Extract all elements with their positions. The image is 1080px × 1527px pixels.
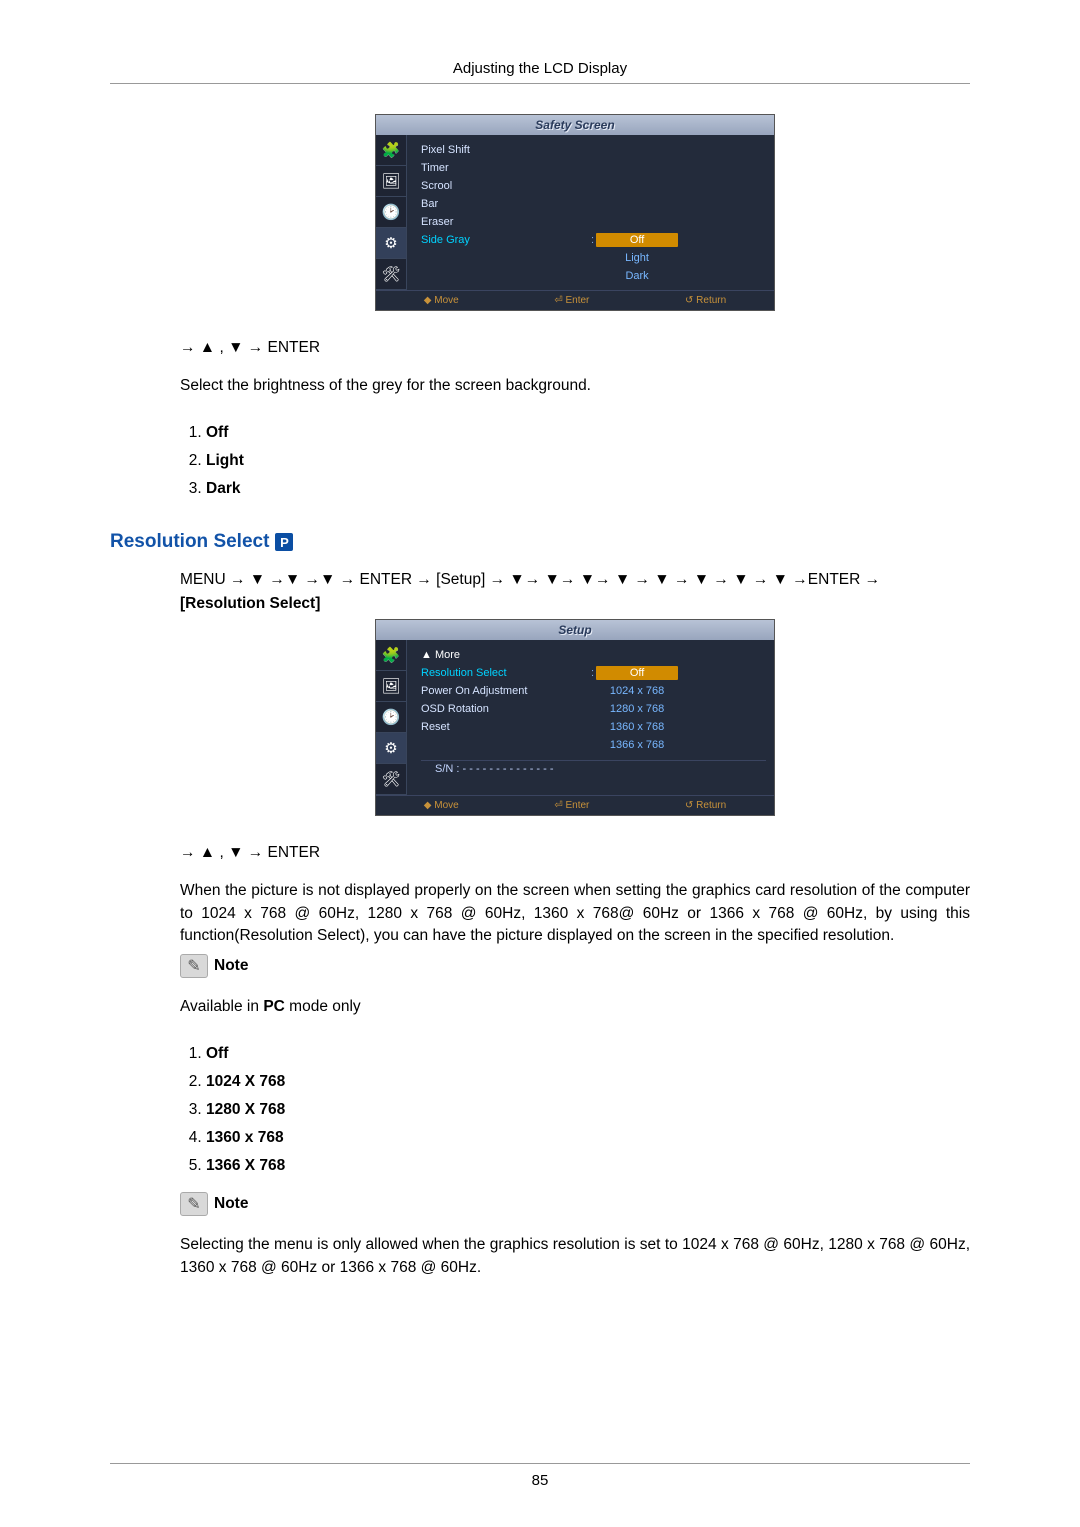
osd-footer-return: ↺ Return — [685, 295, 726, 306]
osd-sidebar: 🧩 🖼 🕑 ⚙ 🛠 — [376, 135, 407, 290]
osd-value: 1024 x 768 — [596, 684, 678, 698]
list-item: 1280 X 768 — [206, 1096, 970, 1124]
clock-icon: 🕑 — [376, 702, 406, 733]
page-number: 85 — [0, 1463, 1080, 1489]
pc-mode-badge-icon: P — [275, 533, 293, 551]
options-list: Off Light Dark — [180, 419, 970, 503]
osd-value: Light — [596, 251, 678, 265]
osd-safety-screen: Safety Screen 🧩 🖼 🕑 ⚙ 🛠 Pixel Shift Time… — [375, 114, 775, 311]
serial-number: S/N : - - - - - - - - - - - - - - — [421, 760, 766, 778]
osd-value-selected: Off — [596, 233, 678, 247]
page-header: Adjusting the LCD Display — [110, 60, 970, 84]
paragraph: Available in PC mode only — [180, 996, 970, 1018]
list-item: Light — [206, 447, 970, 475]
osd-item: OSD Rotation — [421, 703, 591, 715]
osd-value: Dark — [596, 269, 678, 283]
note: ✎ Note — [180, 1192, 970, 1216]
osd-title: Safety Screen — [376, 115, 774, 135]
list-item: 1360 x 768 — [206, 1124, 970, 1152]
picture-icon: 🖼 — [376, 671, 406, 702]
osd-footer-enter: ⏎ Enter — [554, 295, 589, 306]
osd-item: Bar — [421, 198, 591, 210]
list-item: Off — [206, 419, 970, 447]
gear-icon: ⚙ — [376, 228, 406, 259]
osd-item-selected: Resolution Select — [421, 667, 591, 679]
puzzle-icon: 🧩 — [376, 640, 406, 671]
osd-sidebar: 🧩 🖼 🕑 ⚙ 🛠 — [376, 640, 407, 795]
osd-value: 1360 x 768 — [596, 720, 678, 734]
nav-instruction: → ▲ , ▼ → ENTER — [180, 844, 970, 862]
note-icon: ✎ — [180, 1192, 208, 1216]
puzzle-icon: 🧩 — [376, 135, 406, 166]
osd-footer: ◆ Move ⏎ Enter ↺ Return — [376, 795, 774, 815]
osd-item: Eraser — [421, 216, 591, 228]
gear-icon: ⚙ — [376, 733, 406, 764]
note: ✎ Note — [180, 954, 970, 978]
picture-icon: 🖼 — [376, 166, 406, 197]
osd-footer: ◆ Move ⏎ Enter ↺ Return — [376, 290, 774, 310]
osd-item: Power On Adjustment — [421, 685, 591, 697]
tools-icon: 🛠 — [376, 764, 406, 795]
osd-setup: Setup 🧩 🖼 🕑 ⚙ 🛠 ▲ More Resolution Select… — [375, 619, 775, 816]
osd-item: Timer — [421, 162, 591, 174]
osd-footer-enter: ⏎ Enter — [554, 800, 589, 811]
osd-footer-return: ↺ Return — [685, 800, 726, 811]
paragraph: When the picture is not displayed proper… — [180, 880, 970, 947]
tools-icon: 🛠 — [376, 259, 406, 290]
osd-footer-move: ◆ Move — [424, 295, 459, 306]
osd-value: 1366 x 768 — [596, 738, 678, 752]
osd-item: Scrool — [421, 180, 591, 192]
menu-path: MENU → ▼ →▼ →▼ → ENTER → [Setup] → ▼→ ▼→… — [180, 571, 970, 589]
paragraph: Select the brightness of the grey for th… — [180, 375, 970, 397]
list-item: 1366 X 768 — [206, 1152, 970, 1180]
options-list: Off 1024 X 768 1280 X 768 1360 x 768 136… — [180, 1040, 970, 1180]
osd-item-selected: Side Gray — [421, 234, 591, 246]
osd-value: 1280 x 768 — [596, 702, 678, 716]
list-item: 1024 X 768 — [206, 1068, 970, 1096]
list-item: Dark — [206, 475, 970, 503]
nav-instruction: → ▲ , ▼ → ENTER — [180, 339, 970, 357]
osd-item: Reset — [421, 721, 591, 733]
clock-icon: 🕑 — [376, 197, 406, 228]
paragraph: Selecting the menu is only allowed when … — [180, 1234, 970, 1279]
note-icon: ✎ — [180, 954, 208, 978]
osd-item: Pixel Shift — [421, 144, 591, 156]
osd-title: Setup — [376, 620, 774, 640]
osd-value-selected: Off — [596, 666, 678, 680]
list-item: Off — [206, 1040, 970, 1068]
osd-item-more: ▲ More — [421, 649, 591, 661]
menu-path-target: [Resolution Select] — [180, 595, 970, 613]
section-heading-resolution-select: Resolution Select P — [110, 531, 970, 553]
osd-footer-move: ◆ Move — [424, 800, 459, 811]
